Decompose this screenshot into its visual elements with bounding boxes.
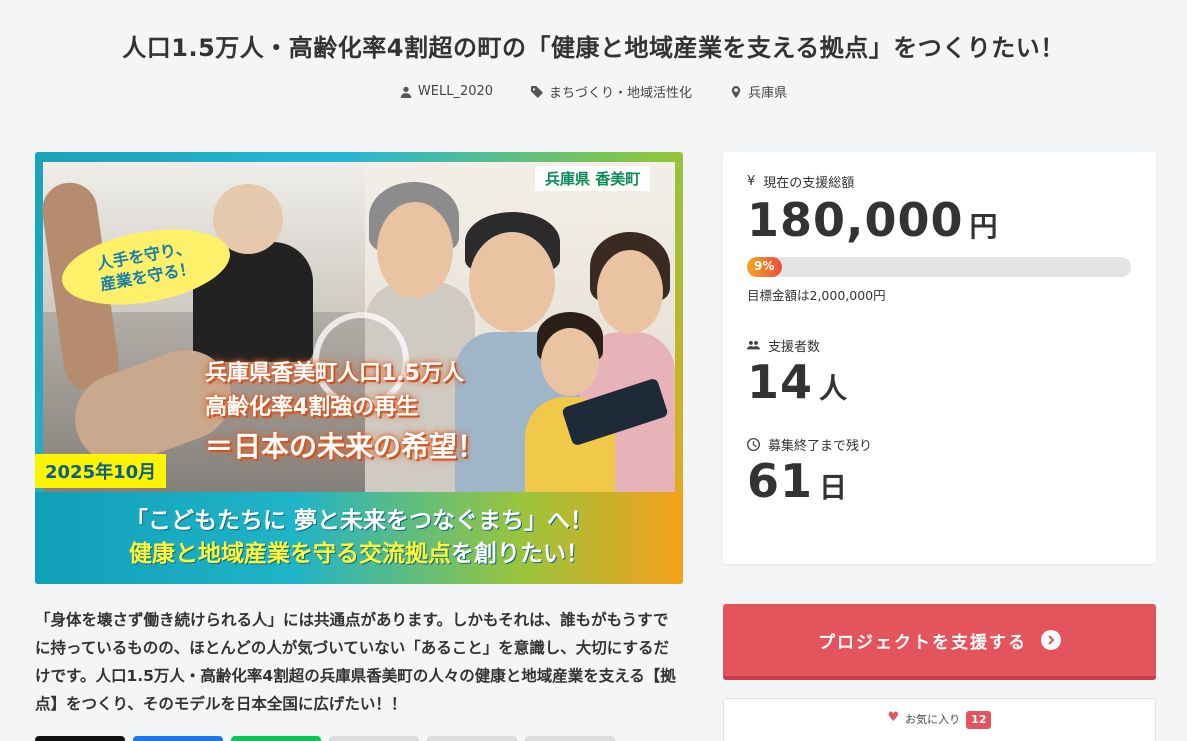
supporters-value-row: 14 人 (747, 355, 1132, 409)
hero-headline: 兵庫県香美町人口1.5万人 高齢化率4割強の再生 ＝日本の未来の希望！ (205, 357, 625, 469)
owner-link[interactable]: WELL_2020 (400, 82, 493, 101)
favorite-label: お気に入り (905, 713, 961, 726)
share-x-button[interactable] (35, 736, 125, 741)
progress-percent: 9% (754, 259, 775, 273)
share-button-6[interactable] (525, 736, 615, 741)
favorite-button[interactable]: ♥ お気に入り 12 (723, 698, 1156, 741)
tag-icon (531, 85, 544, 98)
project-meta: WELL_2020 まちづくり・地域活性化 兵庫県 (0, 82, 1187, 101)
category-link[interactable]: まちづくり・地域活性化 (531, 82, 692, 101)
remaining-label: 募集終了まで残り (768, 439, 873, 454)
amount-value-row: 180,000 円 (747, 193, 1132, 247)
headline-line-2: 高齢化率4割強の再生 (205, 395, 419, 421)
banner-line-2: 健康と地域産業を守る交流拠点を創りたい！ (129, 538, 589, 571)
remaining-value-row: 61 日 (747, 454, 1132, 508)
date-badge: 2025年10月 (35, 454, 167, 488)
page-title: 人口1.5万人・高齢化率4割超の町の「健康と地域産業を支える拠点」をつくりたい！ (122, 34, 1065, 62)
amount-value: 180,000 (747, 193, 964, 247)
share-button-4[interactable] (329, 736, 419, 741)
favorite-count: 12 (966, 711, 992, 729)
remaining-label-row: 募集終了まで残り (747, 435, 1132, 454)
clock-icon (747, 438, 760, 451)
supporters-unit: 人 (819, 372, 848, 405)
owner-name: WELL_2020 (417, 84, 494, 99)
share-buttons (35, 736, 615, 741)
amount-unit: 円 (969, 210, 998, 243)
hero-bottom-banner: 「こどもたちに 夢と未来をつなぐまち」へ！ 健康と地域産業を守る交流拠点を創りた… (35, 492, 683, 584)
banner-line-2-highlight: 健康と地域産業を守る交流拠点 (129, 541, 451, 567)
map-pin-icon (731, 85, 741, 98)
support-project-button[interactable]: プロジェクトを支援する (723, 604, 1156, 680)
remaining-unit: 日 (819, 471, 848, 504)
share-button-5[interactable] (427, 736, 517, 741)
banner-line-1: 「こどもたちに 夢と未来をつなぐまち」へ！ (124, 507, 593, 534)
category-name: まちづくり・地域活性化 (549, 86, 693, 101)
location-name: 兵庫県 (748, 86, 788, 101)
arrow-right-icon (1041, 630, 1061, 650)
target-amount: 目標金額は2,000,000円 (747, 288, 886, 303)
supporters-label-row: 支援者数 (747, 336, 1132, 355)
support-button-label: プロジェクトを支援する (818, 632, 1027, 653)
amount-label-row: ¥ 現在の支援総額 (747, 172, 1132, 191)
headline-line-1: 兵庫県香美町人口1.5万人 (205, 361, 464, 386)
remaining-value: 61 (747, 454, 814, 508)
headline-line-3: ＝日本の未来の希望！ (205, 430, 486, 464)
supporters-value: 14 (747, 355, 814, 409)
location-link[interactable]: 兵庫県 (730, 82, 787, 101)
project-description: 「身体を壊さず働き続けられる人」には共通点があります。しかもそれは、誰もがもうす… (35, 611, 676, 713)
share-line-button[interactable] (231, 736, 321, 741)
user-icon (400, 86, 412, 98)
prefecture-tag: 兵庫県 香美町 (535, 166, 651, 191)
funding-progress-bar: 9% (747, 257, 1131, 277)
funding-stats-card: ¥ 現在の支援総額 180,000 円 9% 目標金額は2,000,000円 支… (723, 152, 1156, 564)
share-facebook-button[interactable] (133, 736, 223, 741)
supporters-label: 支援者数 (768, 340, 821, 355)
heart-icon: ♥ (887, 710, 900, 725)
users-icon (747, 340, 760, 350)
banner-line-2-tail: を創りたい！ (451, 541, 589, 567)
hero-image[interactable]: 兵庫県 香美町 人手を守り、 産業を守る！ 兵庫県香美町人口1.5万人 高齢化率… (35, 152, 683, 584)
amount-label: 現在の支援総額 (763, 176, 855, 191)
yen-icon: ¥ (747, 174, 756, 189)
